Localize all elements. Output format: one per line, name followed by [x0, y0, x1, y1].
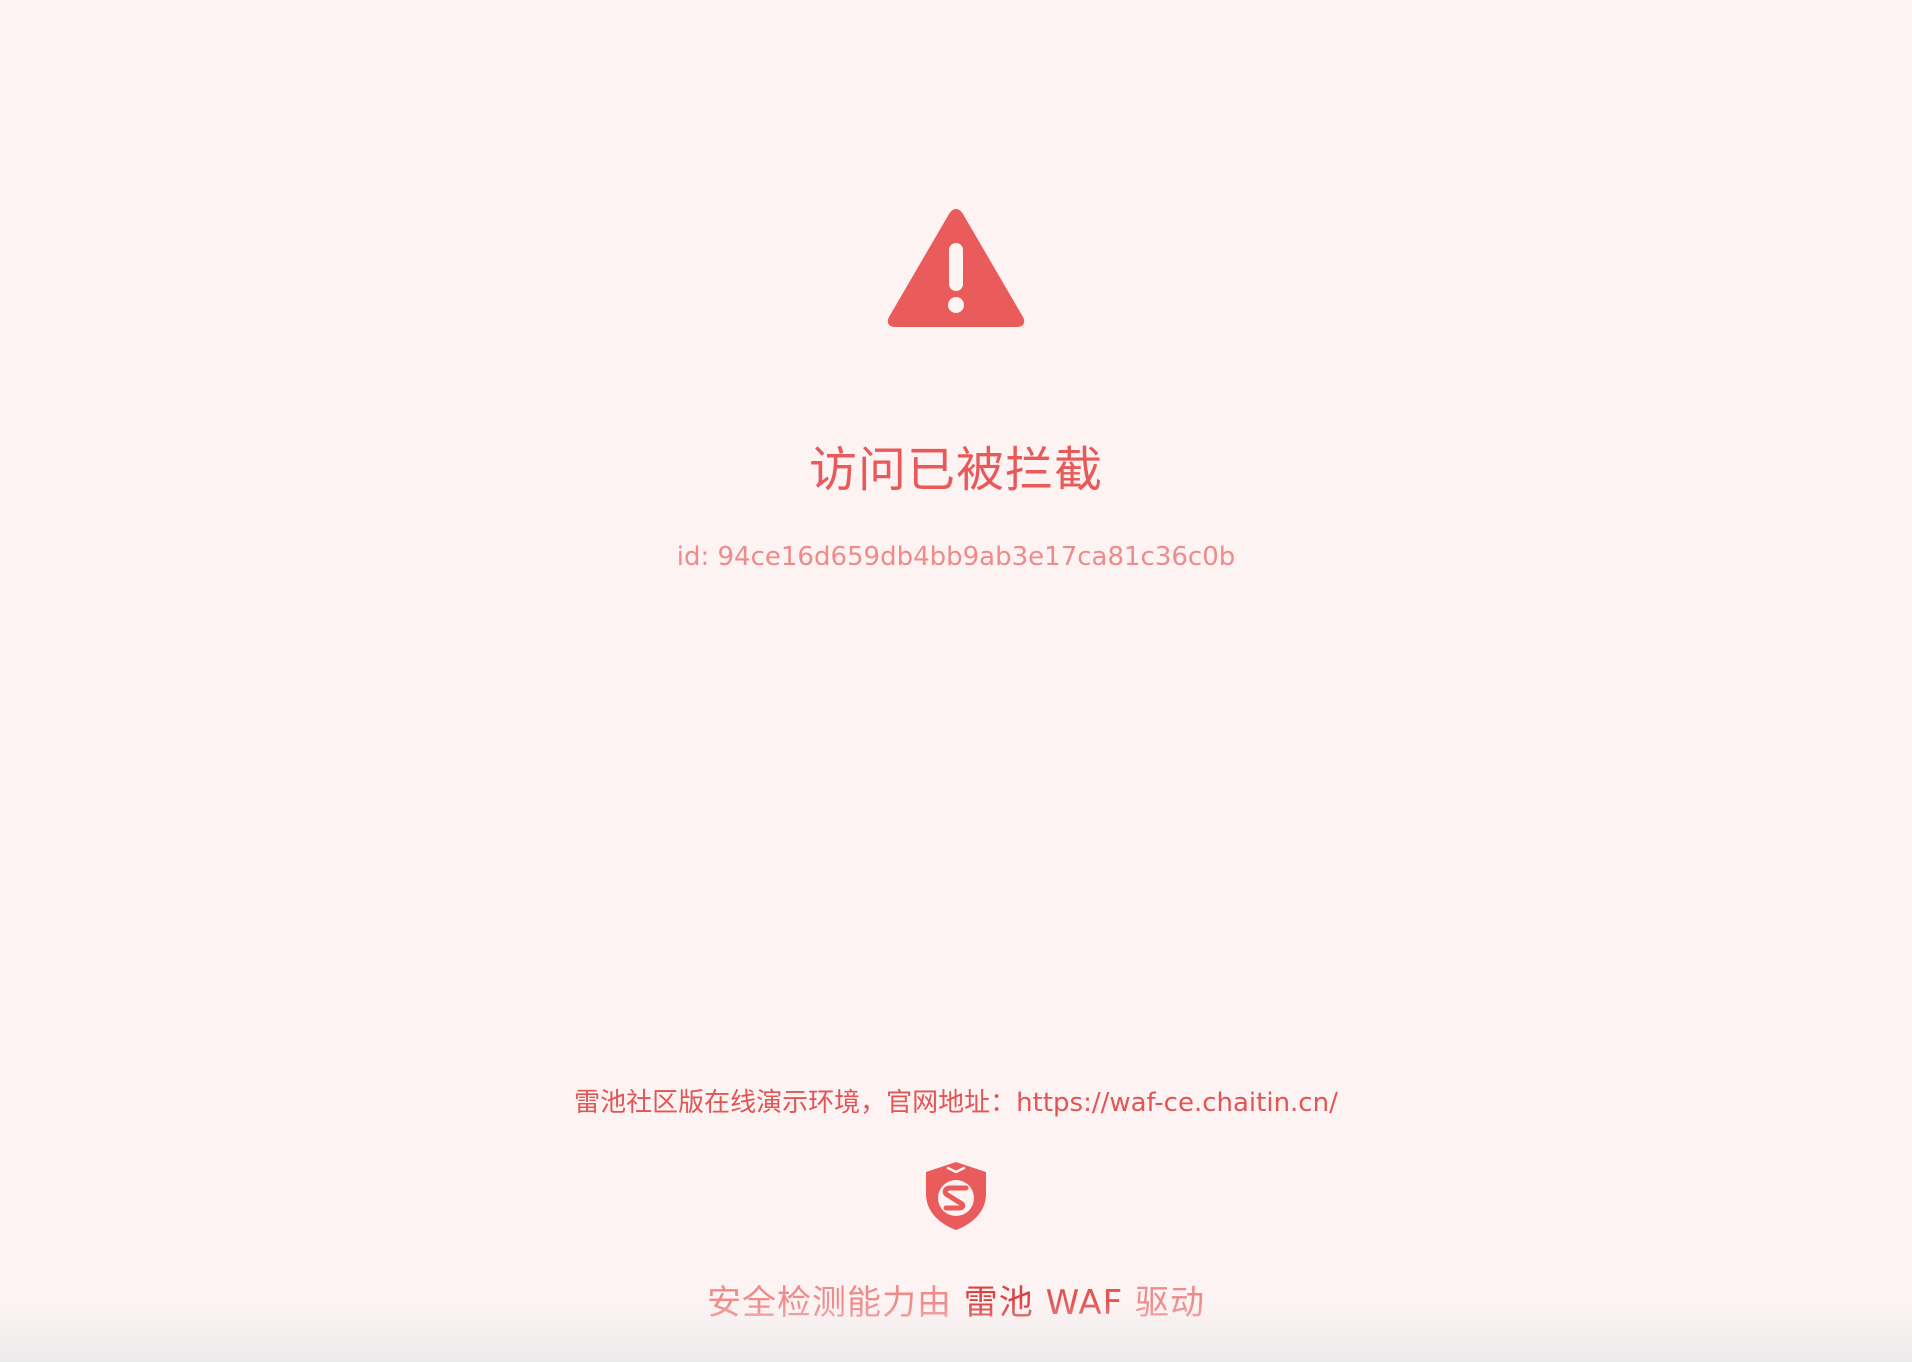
demo-environment-note: 雷池社区版在线演示环境，官网地址：https://waf-ce.chaitin.… [0, 1082, 1912, 1119]
page-title: 访问已被拦截 [808, 442, 1103, 498]
warning-triangle-icon [887, 209, 1025, 327]
official-site-link[interactable]: https://waf-ce.chaitin.cn/ [1016, 1088, 1338, 1118]
demo-note-text: 雷池社区版在线演示环境，官网地址： [574, 1088, 1017, 1118]
safeline-shield-icon [926, 1162, 986, 1230]
warning-icon-container [0, 205, 1912, 329]
request-id: id: 94ce16d659db4bb9ab3e17ca81c36c0b [676, 542, 1236, 572]
logo-container [0, 1160, 1912, 1232]
bottom-edge-shade [0, 1302, 1912, 1362]
